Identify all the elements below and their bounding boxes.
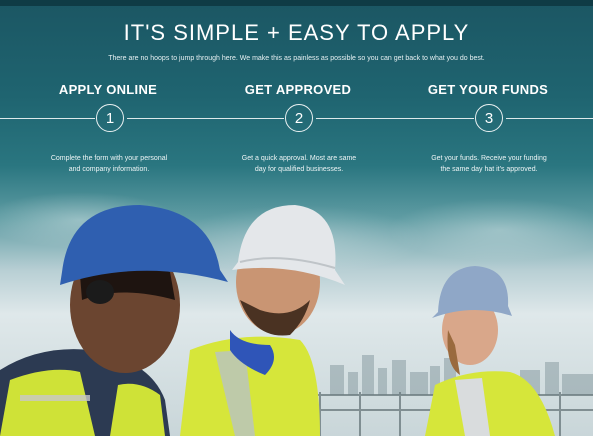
page-title: IT'S SIMPLE + EASY TO APPLY bbox=[123, 20, 470, 45]
step-2-number: 2 bbox=[294, 109, 304, 127]
step-2-description-line-1: Get a quick approval. Most are same bbox=[241, 155, 357, 162]
step-2-description-line-2: day for qualified businesses. bbox=[254, 166, 344, 173]
connector-line bbox=[0, 118, 95, 119]
page-subtitle: There are no hoops to jump through here.… bbox=[108, 55, 485, 62]
connector-line bbox=[506, 118, 593, 119]
step-1-description: Complete the form with your personal and… bbox=[34, 153, 184, 175]
step-2-description: Get a quick approval. Most are same day … bbox=[224, 153, 374, 175]
connector-line bbox=[316, 118, 474, 119]
step-3-description: Get your funds. Receive your funding the… bbox=[414, 153, 564, 175]
step-2-title: GET APPROVED bbox=[244, 82, 352, 97]
connector-line bbox=[127, 118, 284, 119]
worker-right bbox=[425, 266, 555, 436]
step-1-number: 1 bbox=[105, 109, 115, 127]
step-3-title: GET YOUR FUNDS bbox=[427, 82, 549, 97]
step-1-description-line-1: Complete the form with your personal bbox=[50, 155, 168, 162]
step-2-number-circle: 2 bbox=[285, 104, 313, 132]
step-3-description-line-2: the same day hat it's approved. bbox=[440, 166, 538, 173]
step-3-number-circle: 3 bbox=[475, 104, 503, 132]
step-1-description-line-2: and company information. bbox=[68, 166, 150, 173]
step-3-number: 3 bbox=[484, 109, 494, 127]
step-3-description-line-1: Get your funds. Receive your funding bbox=[431, 155, 547, 162]
workers-photo bbox=[0, 205, 593, 436]
hero-background: IT'S SIMPLE + EASY TO APPLY There are no… bbox=[0, 0, 593, 436]
step-1-title: APPLY ONLINE bbox=[58, 82, 158, 97]
step-1-number-circle: 1 bbox=[96, 104, 124, 132]
